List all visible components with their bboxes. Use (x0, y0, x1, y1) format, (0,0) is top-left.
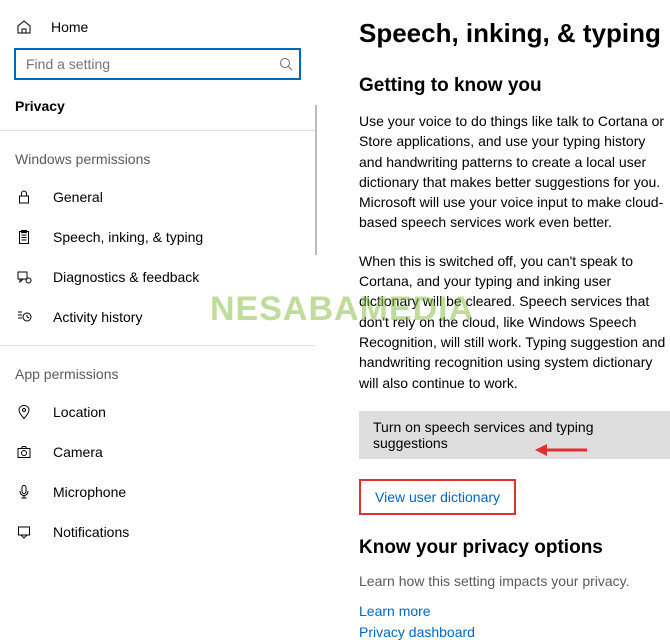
sidebar-item-label: Notifications (53, 524, 129, 540)
notifications-icon (15, 523, 33, 541)
sidebar-item-label: Microphone (53, 484, 126, 500)
clipboard-icon (15, 228, 33, 246)
sidebar-item-microphone[interactable]: Microphone (0, 472, 315, 512)
sidebar-item-label: Camera (53, 444, 103, 460)
location-icon (15, 403, 33, 421)
search-input[interactable] (14, 48, 301, 80)
group-windows-permissions: Windows permissions (0, 137, 315, 177)
sidebar-item-location[interactable]: Location (0, 392, 315, 432)
nav-home-label: Home (51, 19, 88, 35)
sidebar-item-notifications[interactable]: Notifications (0, 512, 315, 552)
sidebar-item-label: Diagnostics & feedback (53, 269, 199, 285)
description-paragraph-2: When this is switched off, you can't spe… (359, 251, 670, 393)
section-heading-getting-to-know-you: Getting to know you (359, 75, 670, 97)
privacy-options-subtext: Learn how this setting impacts your priv… (359, 573, 670, 589)
group-app-permissions: App permissions (0, 352, 315, 392)
divider (0, 130, 315, 131)
divider (0, 345, 315, 346)
view-user-dictionary-link[interactable]: View user dictionary (359, 479, 516, 515)
description-paragraph-1: Use your voice to do things like talk to… (359, 111, 670, 233)
current-section-title: Privacy (0, 92, 315, 122)
sidebar-item-label: Activity history (53, 309, 142, 325)
section-heading-privacy-options: Know your privacy options (359, 537, 670, 559)
main-content: Speech, inking, & typing Getting to know… (315, 0, 670, 640)
camera-icon (15, 443, 33, 461)
home-icon (15, 18, 33, 36)
lock-icon (15, 188, 33, 206)
sidebar-item-speech-inking-typing[interactable]: Speech, inking, & typing (0, 217, 315, 257)
activity-history-icon (15, 308, 33, 326)
nav-home[interactable]: Home (0, 10, 315, 44)
sidebar-item-activity-history[interactable]: Activity history (0, 297, 315, 337)
toggle-speech-services-button[interactable]: Turn on speech services and typing sugge… (359, 411, 670, 459)
learn-more-link[interactable]: Learn more (359, 601, 670, 622)
privacy-dashboard-link[interactable]: Privacy dashboard (359, 622, 670, 640)
microphone-icon (15, 483, 33, 501)
search-icon (279, 57, 293, 71)
page-title: Speech, inking, & typing (359, 18, 670, 49)
sidebar-item-label: Speech, inking, & typing (53, 229, 203, 245)
sidebar-item-diagnostics-feedback[interactable]: Diagnostics & feedback (0, 257, 315, 297)
sidebar-item-label: General (53, 189, 103, 205)
sidebar-item-general[interactable]: General (0, 177, 315, 217)
feedback-icon (15, 268, 33, 286)
sidebar-item-camera[interactable]: Camera (0, 432, 315, 472)
settings-sidebar: Home Privacy Windows permissions General (0, 0, 315, 640)
annotation-arrow-icon (533, 440, 589, 460)
scrollbar-indicator[interactable] (315, 105, 317, 255)
sidebar-item-label: Location (53, 404, 106, 420)
